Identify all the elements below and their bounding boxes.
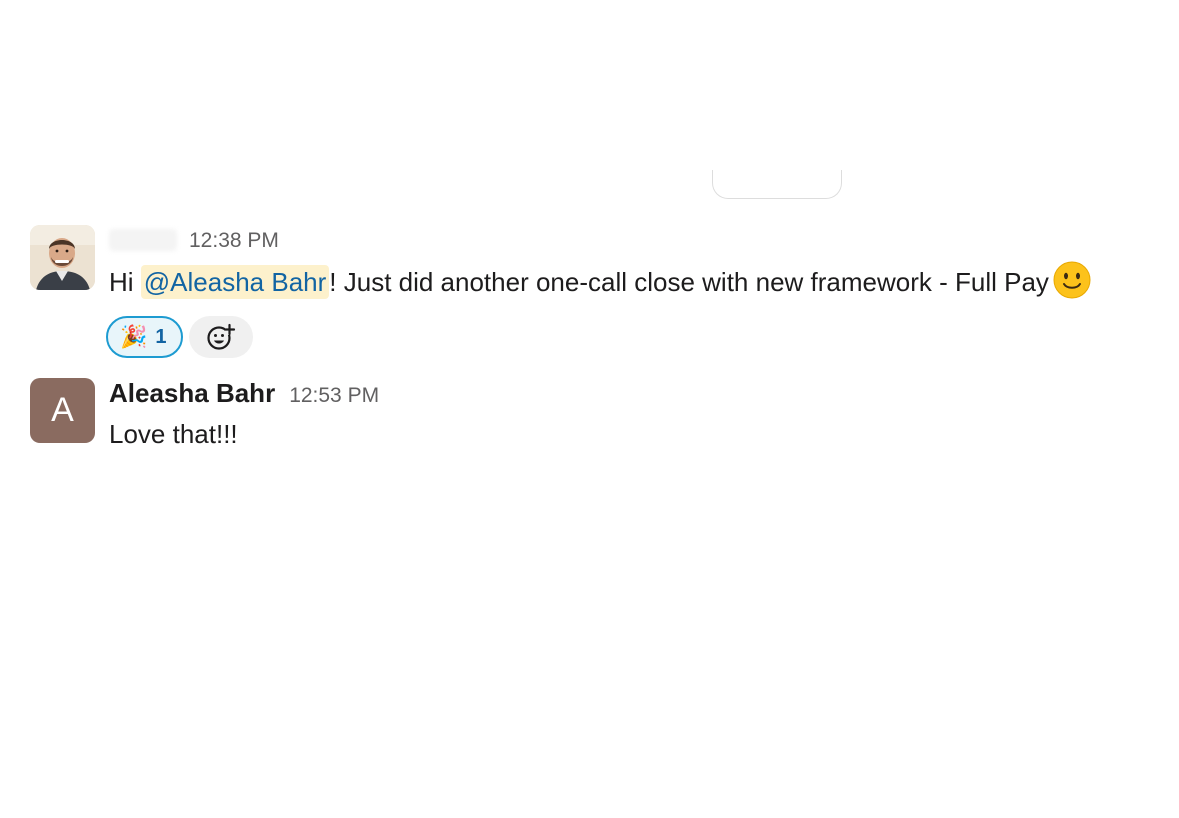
sender-name[interactable]: Aleasha Bahr xyxy=(109,378,275,408)
message-timestamp[interactable]: 12:53 PM xyxy=(289,381,379,411)
tada-icon: 🎉 xyxy=(120,324,148,349)
avatar[interactable] xyxy=(30,225,95,290)
message-header: Aleasha Bahr 12:53 PM xyxy=(109,378,1150,410)
message-timestamp[interactable]: 12:38 PM xyxy=(189,226,279,256)
message-text: Love that!!! xyxy=(109,419,238,449)
sender-name[interactable] xyxy=(109,229,177,251)
message-text: Hi @Aleasha Bahr! Just did another one-c… xyxy=(109,261,1150,310)
message-header: 12:38 PM xyxy=(109,225,1150,257)
reaction-tada[interactable]: 🎉 1 xyxy=(106,316,183,358)
avatar-letter: A xyxy=(51,391,74,429)
message-body: Aleasha Bahr 12:53 PM Love that!!! xyxy=(109,378,1150,454)
message-body: 12:38 PM Hi @Aleasha Bahr! Just did anot… xyxy=(106,225,1150,358)
add-reaction-icon xyxy=(206,323,235,350)
slightly-smiling-face-icon xyxy=(1053,261,1091,310)
avatar[interactable]: A xyxy=(30,378,95,443)
date-divider-pill[interactable] xyxy=(712,170,842,199)
add-reaction-button[interactable] xyxy=(188,316,253,358)
message-text-after: ! Just did another one-call close with n… xyxy=(329,267,1049,297)
reaction-bar: 🎉 1 xyxy=(106,316,1150,358)
user-mention[interactable]: @Aleasha Bahr xyxy=(140,265,330,299)
message-text-before: Hi xyxy=(109,267,141,297)
reaction-count: 1 xyxy=(155,325,167,348)
user-photo-icon xyxy=(30,225,95,290)
